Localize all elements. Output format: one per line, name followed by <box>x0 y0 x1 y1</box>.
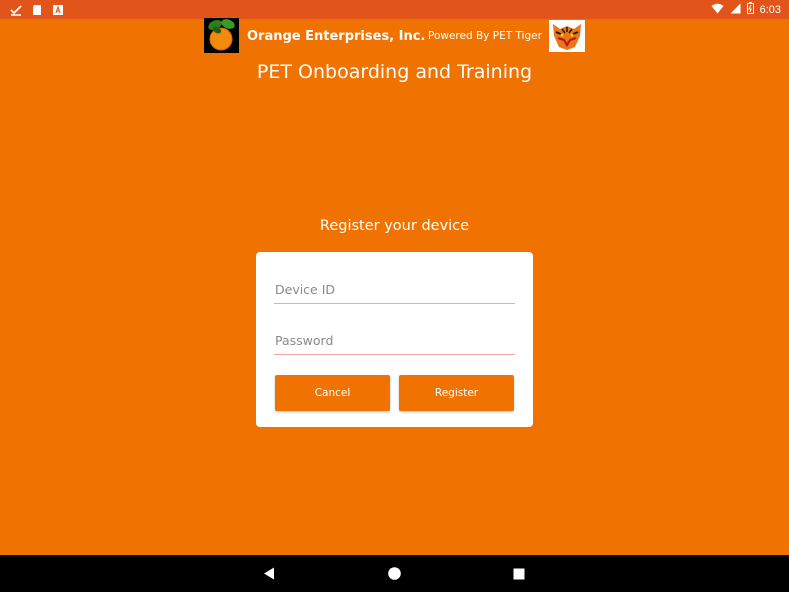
password-input[interactable] <box>274 329 515 355</box>
navigation-bar <box>0 555 789 592</box>
powered-by-text: Powered By PET Tiger <box>428 30 542 42</box>
status-bar: 6:03 <box>0 0 789 19</box>
sd-card-icon <box>31 3 43 15</box>
a-notification-icon <box>52 3 64 15</box>
wifi-icon <box>711 3 724 17</box>
home-icon[interactable] <box>388 567 401 585</box>
orange-logo-icon <box>204 18 239 53</box>
cancel-button[interactable]: Cancel <box>275 375 390 411</box>
app-title: PET Onboarding and Training <box>256 61 533 83</box>
back-icon[interactable] <box>263 567 275 585</box>
download-check-icon <box>10 3 22 16</box>
status-time: 6:03 <box>759 3 781 16</box>
status-right-icons: 6:03 <box>711 2 781 17</box>
app-header: Orange Enterprises, Inc. Powered By PET … <box>0 18 789 54</box>
status-left-icons <box>10 3 64 16</box>
battery-icon <box>746 2 754 17</box>
register-button[interactable]: Register <box>399 375 514 411</box>
register-heading: Register your device <box>319 218 470 234</box>
recents-icon[interactable] <box>513 567 525 585</box>
device-id-input[interactable] <box>274 278 515 304</box>
signal-icon <box>730 3 741 17</box>
tiger-logo-icon <box>549 20 585 52</box>
company-name: Orange Enterprises, Inc. <box>247 29 426 44</box>
